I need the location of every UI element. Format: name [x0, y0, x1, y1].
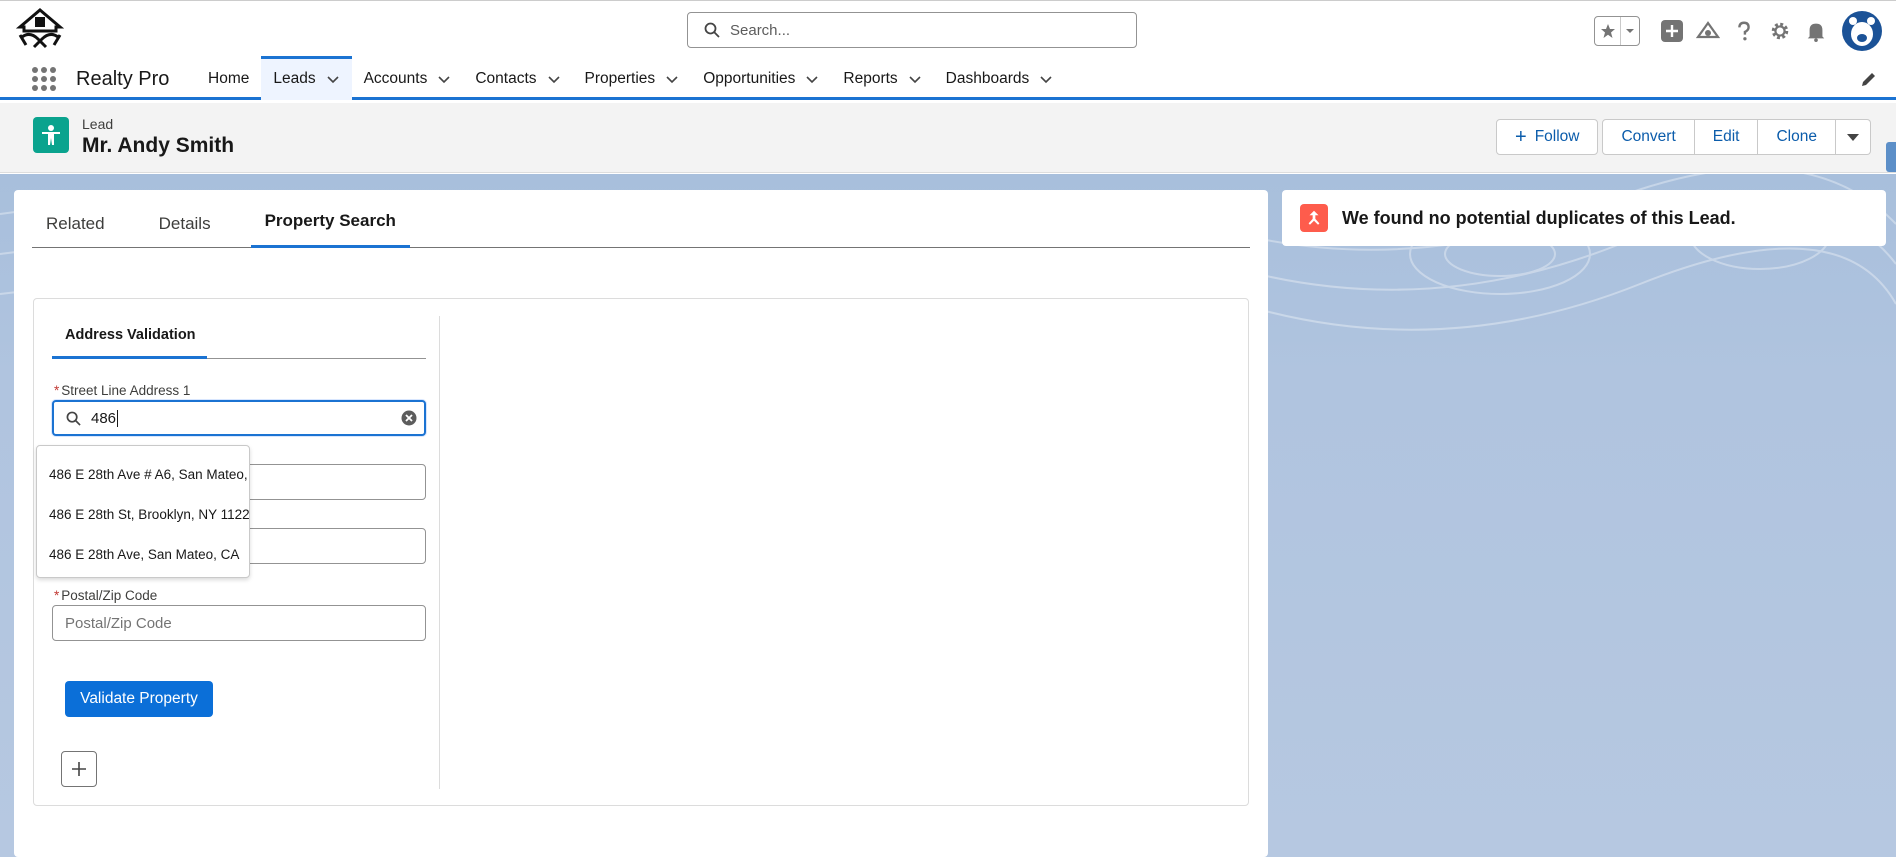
chevron-down-icon[interactable] [1621, 17, 1639, 45]
nav-item-contacts[interactable]: Contacts [463, 58, 572, 100]
text-caret [117, 409, 119, 427]
chevron-down-icon[interactable] [437, 72, 451, 86]
validate-property-button[interactable]: Validate Property [65, 681, 213, 717]
chevron-down-icon [1846, 134, 1859, 141]
nav-item-label: Properties [584, 70, 656, 87]
required-indicator: * [54, 383, 60, 398]
chevron-down-icon[interactable] [1039, 72, 1053, 86]
clone-button[interactable]: Clone [1758, 119, 1836, 155]
address-suggestions-dropdown: 486 E 28th Ave # A6, San Mateo, CA 486 E… [36, 445, 250, 578]
edit-nav-pencil-icon[interactable] [1860, 70, 1878, 88]
chevron-down-icon[interactable] [908, 72, 922, 86]
duplicate-message: We found no potential duplicates of this… [1342, 207, 1736, 228]
record-name: Mr. Andy Smith [82, 134, 235, 157]
street-address-label: * Street Line Address 1 [54, 383, 191, 398]
app-launcher-icon[interactable] [30, 65, 58, 93]
help-icon[interactable] [1726, 13, 1762, 49]
chevron-down-icon[interactable] [665, 72, 679, 86]
notifications-bell-icon[interactable] [1798, 13, 1834, 49]
suggestion-item[interactable]: 486 E 28th St, Brooklyn, NY 11226 [37, 494, 249, 534]
global-search-input[interactable]: Search... [687, 12, 1137, 48]
record-type-label: Lead [82, 116, 114, 132]
edit-button[interactable]: Edit [1694, 119, 1759, 155]
nav-item-label: Contacts [475, 70, 537, 87]
main-content-card: Related Details Property Search Address … [14, 190, 1268, 857]
global-header: Search... [0, 0, 1896, 58]
suggestion-item[interactable]: 486 E 28th Ave # A6, San Mateo, CA [37, 454, 249, 494]
chevron-down-icon[interactable] [547, 72, 561, 86]
trailhead-icon[interactable] [1690, 13, 1726, 49]
nav-item-reports[interactable]: Reports [831, 58, 933, 100]
search-icon [704, 22, 720, 38]
add-button[interactable] [61, 751, 97, 787]
postal-code-placeholder: Postal/Zip Code [65, 614, 172, 632]
convert-button[interactable]: Convert [1602, 119, 1695, 155]
postal-code-label: * Postal/Zip Code [54, 588, 158, 603]
clear-icon[interactable] [401, 410, 417, 426]
nav-item-dashboards[interactable]: Dashboards [934, 58, 1066, 100]
more-actions-button[interactable] [1835, 119, 1871, 155]
user-avatar[interactable] [1842, 11, 1882, 51]
street-address-input[interactable]: 486 [52, 400, 426, 436]
panel-divider [439, 316, 440, 789]
plus-icon: + [1515, 125, 1527, 148]
tab-property-search[interactable]: Property Search [250, 190, 410, 248]
star-icon[interactable] [1595, 17, 1621, 45]
utility-panel-handle[interactable] [1886, 142, 1896, 172]
nav-item-label: Reports [843, 70, 898, 87]
nav-item-leads[interactable]: Leads [261, 56, 352, 100]
duplicate-check-card: We found no potential duplicates of this… [1282, 190, 1886, 246]
record-header: Lead Mr. Andy Smith + Follow Convert Edi… [0, 103, 1896, 173]
follow-label: Follow [1534, 128, 1580, 145]
address-validation-tabbar: Address Validation [52, 314, 426, 359]
search-placeholder: Search... [730, 21, 791, 39]
chevron-down-icon[interactable] [326, 72, 340, 86]
tab-address-validation[interactable]: Address Validation [52, 314, 207, 359]
search-icon [66, 411, 81, 426]
suggestion-item[interactable]: 486 E 28th Ave, San Mateo, CA [37, 534, 249, 574]
nav-item-properties[interactable]: Properties [573, 58, 692, 100]
property-search-panel: Address Validation * Street Line Address … [33, 298, 1249, 806]
nav-item-home[interactable]: Home [196, 58, 261, 100]
app-name: Realty Pro [76, 68, 170, 90]
duplicate-merge-icon [1300, 204, 1328, 232]
street-address-value: 486 [91, 409, 117, 427]
nav-item-label: Leads [273, 70, 316, 87]
postal-code-input[interactable]: Postal/Zip Code [52, 605, 426, 641]
nav-item-opportunities[interactable]: Opportunities [691, 58, 831, 100]
nav-item-label: Opportunities [703, 70, 796, 87]
tab-related[interactable]: Related [32, 190, 119, 248]
app-navigation-bar: Realty Pro Home Leads Accounts Contacts … [0, 56, 1896, 100]
nav-item-label: Accounts [363, 70, 428, 87]
record-tabs: Related Details Property Search [32, 190, 1250, 248]
nav-item-label: Dashboards [945, 70, 1030, 87]
global-actions-icon[interactable] [1654, 13, 1690, 49]
favorites-control[interactable] [1594, 16, 1640, 46]
chevron-down-icon[interactable] [805, 72, 819, 86]
lead-record-icon [33, 117, 69, 153]
tab-details[interactable]: Details [145, 190, 225, 248]
nav-item-accounts[interactable]: Accounts [352, 58, 464, 100]
plus-icon [72, 762, 86, 776]
company-logo[interactable] [15, 7, 65, 55]
required-indicator: * [54, 588, 60, 603]
nav-item-label: Home [208, 70, 250, 87]
gear-icon[interactable] [1762, 13, 1798, 49]
follow-button[interactable]: + Follow [1496, 119, 1599, 155]
